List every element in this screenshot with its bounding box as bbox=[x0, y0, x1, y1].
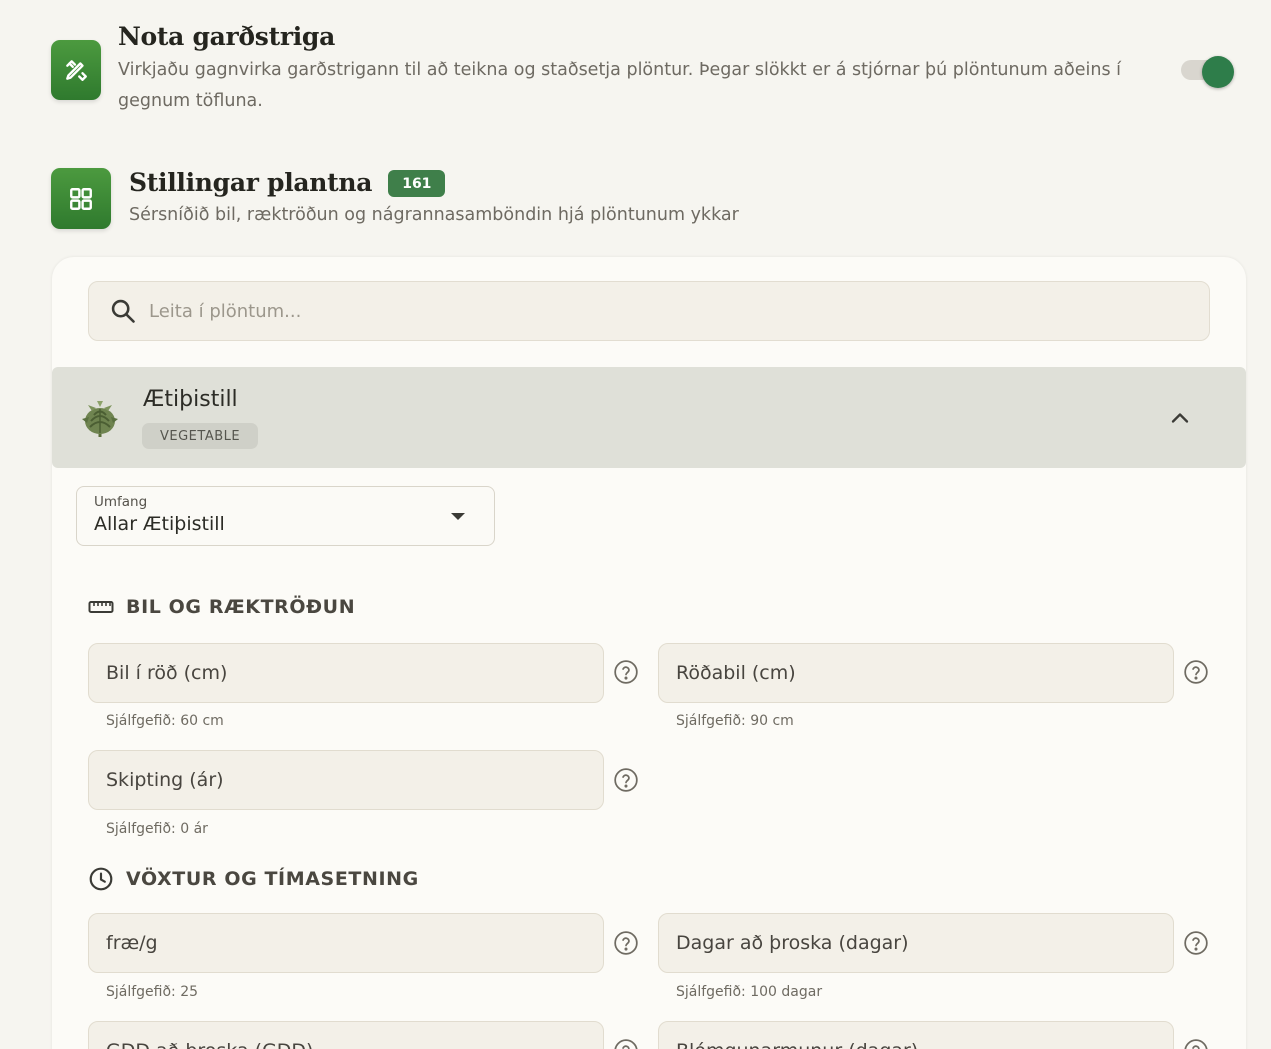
clock-icon bbox=[89, 867, 113, 891]
plant-search bbox=[88, 281, 1210, 341]
canvas-setting: Nota garðstriga Virkjaðu gagnvirka garðs… bbox=[51, 22, 1158, 117]
plant-type-badge: VEGETABLE bbox=[142, 423, 259, 449]
canvas-title: Nota garðstriga bbox=[118, 22, 335, 51]
spacing-group-title: BIL OG RÆKTRÖÐUN bbox=[88, 596, 355, 618]
flowering-difference-input[interactable] bbox=[659, 1022, 1173, 1049]
rotation-input[interactable] bbox=[89, 751, 603, 809]
canvas-toggle[interactable] bbox=[1181, 56, 1235, 88]
help-circle-icon[interactable] bbox=[1183, 659, 1209, 685]
seeds-per-gram-hint: Sjálfgefið: 25 bbox=[106, 984, 199, 1000]
days-to-maturity-field[interactable] bbox=[658, 913, 1174, 973]
caret-down-icon bbox=[451, 513, 465, 520]
rotation-field[interactable] bbox=[88, 750, 604, 810]
help-circle-icon[interactable] bbox=[1183, 1038, 1209, 1049]
help-circle-icon[interactable] bbox=[613, 1038, 639, 1049]
help-circle-icon[interactable] bbox=[1183, 930, 1209, 956]
in-row-spacing-input[interactable] bbox=[89, 644, 603, 702]
scope-label: Umfang bbox=[94, 494, 148, 510]
plants-card: Ætiþistill VEGETABLE Umfang Allar Ætiþis… bbox=[52, 257, 1246, 1049]
row-spacing-input[interactable] bbox=[659, 644, 1173, 702]
gdd-to-maturity-field[interactable] bbox=[88, 1021, 604, 1049]
plants-description: Sérsníðið bil, ræktröðun og nágrannasamb… bbox=[129, 205, 739, 225]
help-circle-icon[interactable] bbox=[613, 767, 639, 793]
row-spacing-hint: Sjálfgefið: 90 cm bbox=[676, 713, 794, 729]
in-row-spacing-hint: Sjálfgefið: 60 cm bbox=[106, 713, 224, 729]
seeds-per-gram-field[interactable] bbox=[88, 913, 604, 973]
row-spacing-field[interactable] bbox=[658, 643, 1174, 703]
plant-name: Ætiþistill bbox=[143, 387, 238, 412]
gdd-to-maturity-input[interactable] bbox=[89, 1022, 603, 1049]
plant-row-artichoke[interactable]: Ætiþistill VEGETABLE bbox=[52, 367, 1246, 468]
scope-value: Allar Ætiþistill bbox=[94, 513, 225, 535]
plants-setting: Stillingar plantna 161 Sérsníðið bil, ræ… bbox=[51, 168, 739, 231]
search-input[interactable] bbox=[149, 300, 1049, 322]
scope-select[interactable]: Umfang Allar Ætiþistill bbox=[76, 486, 495, 546]
grid-icon bbox=[51, 168, 111, 229]
settings-page: Nota garðstriga Virkjaðu gagnvirka garðs… bbox=[0, 0, 1271, 1049]
rotation-hint: Sjálfgefið: 0 ár bbox=[106, 821, 208, 837]
chevron-up-icon[interactable] bbox=[1166, 404, 1194, 432]
help-circle-icon[interactable] bbox=[613, 659, 639, 685]
artichoke-icon bbox=[82, 401, 118, 437]
help-circle-icon[interactable] bbox=[613, 930, 639, 956]
ruler-icon bbox=[88, 601, 114, 613]
search-icon bbox=[111, 299, 135, 323]
growth-group-title: VÖXTUR OG TÍMASETNING bbox=[88, 866, 419, 892]
plant-count-badge: 161 bbox=[388, 169, 446, 197]
flowering-difference-field[interactable] bbox=[658, 1021, 1174, 1049]
toggle-knob bbox=[1202, 56, 1234, 88]
pencil-ruler-icon bbox=[51, 40, 101, 100]
spacing-group-label: BIL OG RÆKTRÖÐUN bbox=[126, 596, 356, 618]
days-to-maturity-input[interactable] bbox=[659, 914, 1173, 972]
plants-title: Stillingar plantna bbox=[129, 168, 373, 197]
in-row-spacing-field[interactable] bbox=[88, 643, 604, 703]
days-to-maturity-hint: Sjálfgefið: 100 dagar bbox=[676, 984, 823, 1000]
growth-group-label: VÖXTUR OG TÍMASETNING bbox=[126, 868, 419, 890]
seeds-per-gram-input[interactable] bbox=[89, 914, 603, 972]
canvas-description: Virkjaðu gagnvirka garðstrigann til að t… bbox=[118, 60, 1122, 111]
